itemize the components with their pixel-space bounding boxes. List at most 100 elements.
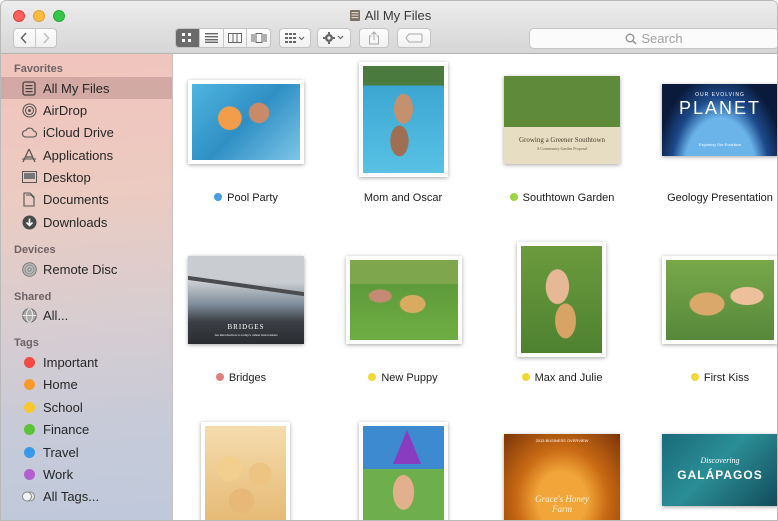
file-thumbnail-geology-presentation[interactable]: OUR EVOLVING PLANET Exploring Our Evolut… xyxy=(662,84,777,156)
document-cover: 2015 BUSINESS OVERVIEW Grace's Honey Far… xyxy=(504,434,620,520)
tag-color-dot xyxy=(214,193,223,201)
file-label[interactable]: New Puppy xyxy=(328,372,478,384)
back-button[interactable] xyxy=(14,29,35,47)
section-header-favorites: Favorites xyxy=(14,63,63,75)
tag-icon xyxy=(405,33,423,43)
sidebar-item-all-tags[interactable]: All Tags... xyxy=(1,485,172,507)
icon-view-icon xyxy=(182,33,192,42)
share-icon xyxy=(369,31,379,45)
tag-color-dot xyxy=(23,356,35,368)
share-button[interactable] xyxy=(359,28,389,48)
column-view-icon xyxy=(227,33,242,43)
arrange-button[interactable] xyxy=(279,28,311,48)
presentation-cover: OUR EVOLVING PLANET Exploring Our Evolut… xyxy=(662,84,777,156)
downloads-icon xyxy=(21,214,37,230)
file-label[interactable]: Mom and Oscar xyxy=(328,192,478,204)
cover-flow-button[interactable] xyxy=(246,29,270,47)
sidebar-item-applications[interactable]: Applications xyxy=(1,144,172,166)
section-header-tags: Tags xyxy=(14,337,39,349)
all-files-icon xyxy=(349,10,360,21)
file-label[interactable]: Geology Presentation xyxy=(645,192,777,204)
search-field[interactable]: Search xyxy=(529,28,777,49)
file-thumbnail-mom-and-oscar[interactable] xyxy=(359,62,448,177)
search-icon xyxy=(625,33,637,44)
file-thumbnail-southtown-garden[interactable]: Growing a Greener Southtown A Community … xyxy=(504,76,620,164)
file-thumbnail-bridges[interactable]: BRIDGES An introduction to today's oldes… xyxy=(188,256,304,344)
forward-button[interactable] xyxy=(34,29,57,47)
cloud-icon xyxy=(21,124,37,140)
view-mode-group xyxy=(175,28,271,48)
file-thumbnail-galapagos[interactable]: Discovering GALÁPAGOS xyxy=(662,434,777,506)
document-cover: BRIDGES An introduction to today's oldes… xyxy=(188,256,304,344)
section-header-shared: Shared xyxy=(14,291,52,303)
photo xyxy=(666,260,774,340)
tag-color-dot xyxy=(690,373,699,381)
sidebar-item-documents[interactable]: Documents xyxy=(1,188,172,210)
bridge-shape xyxy=(188,275,304,297)
sidebar-item-desktop[interactable]: Desktop xyxy=(1,166,172,188)
chevron-right-icon xyxy=(43,32,50,44)
sidebar-item-remote-disc[interactable]: Remote Disc xyxy=(1,258,172,280)
tag-color-dot xyxy=(23,468,35,480)
cover-flow-icon xyxy=(251,33,267,43)
file-thumbnail-pool-party[interactable] xyxy=(188,80,304,164)
disc-icon xyxy=(21,261,37,277)
back-forward-group xyxy=(13,28,57,48)
file-thumbnail-pastries[interactable] xyxy=(201,422,290,520)
tag-color-dot xyxy=(368,373,377,381)
all-tags-icon xyxy=(21,488,37,504)
icon-view-button[interactable] xyxy=(176,29,199,47)
list-view-button[interactable] xyxy=(198,29,223,47)
party-hat-shape xyxy=(393,430,421,464)
file-label[interactable]: Southtown Garden xyxy=(487,192,637,204)
sidebar-tag-home[interactable]: Home xyxy=(1,373,172,395)
sidebar-tag-travel[interactable]: Travel xyxy=(1,441,172,463)
file-thumbnail-first-kiss[interactable] xyxy=(662,256,777,344)
sidebar-item-icloud-drive[interactable]: iCloud Drive xyxy=(1,121,172,143)
sidebar-item-downloads[interactable]: Downloads xyxy=(1,211,172,233)
sidebar: Favorites All My Files AirDrop iCloud Dr… xyxy=(1,54,173,520)
photo xyxy=(363,426,444,520)
tag-color-dot xyxy=(215,373,224,381)
file-thumbnail-honey-farm[interactable]: 2015 BUSINESS OVERVIEW Grace's Honey Far… xyxy=(504,434,620,520)
tag-color-dot xyxy=(521,373,530,381)
documents-icon xyxy=(21,191,37,207)
sidebar-tag-school[interactable]: School xyxy=(1,396,172,418)
sidebar-tag-important[interactable]: Important xyxy=(1,351,172,373)
photo xyxy=(363,66,444,173)
sidebar-item-shared-all[interactable]: All... xyxy=(1,304,172,326)
presentation-cover: Discovering GALÁPAGOS xyxy=(662,434,777,506)
file-thumbnail-new-puppy[interactable] xyxy=(346,256,462,344)
section-header-devices: Devices xyxy=(14,244,56,256)
sidebar-tag-work[interactable]: Work xyxy=(1,463,172,485)
action-button[interactable] xyxy=(317,28,351,48)
tag-color-dot xyxy=(23,423,35,435)
gear-icon xyxy=(323,32,344,44)
chevron-left-icon xyxy=(20,32,27,44)
file-label[interactable]: First Kiss xyxy=(645,372,777,384)
airdrop-icon xyxy=(21,102,37,118)
file-thumbnail-party-hat[interactable] xyxy=(359,422,448,520)
applications-icon xyxy=(21,147,37,163)
tag-color-dot xyxy=(23,401,35,413)
sidebar-item-airdrop[interactable]: AirDrop xyxy=(1,99,172,121)
sidebar-item-all-my-files[interactable]: All My Files xyxy=(1,77,172,99)
column-view-button[interactable] xyxy=(222,29,247,47)
toolbar: All My Files Search xyxy=(1,1,777,54)
photo xyxy=(205,426,286,520)
file-thumbnail-max-and-julie[interactable] xyxy=(517,242,606,357)
photo xyxy=(521,246,602,353)
search-placeholder: Search xyxy=(641,31,683,46)
list-view-icon xyxy=(204,33,218,43)
tag-button[interactable] xyxy=(397,28,431,48)
finder-window: All My Files Search Favorites All My Fil… xyxy=(0,0,778,521)
sidebar-tag-finance[interactable]: Finance xyxy=(1,418,172,440)
desktop-icon xyxy=(21,169,37,185)
file-label[interactable]: Max and Julie xyxy=(487,372,637,384)
window-title: All My Files xyxy=(1,8,777,23)
file-label[interactable]: Bridges xyxy=(174,372,316,384)
document-cover: Growing a Greener Southtown A Community … xyxy=(504,76,620,164)
file-label[interactable]: Pool Party xyxy=(174,192,321,204)
photo xyxy=(350,260,458,340)
file-grid: Pool Party Mom and Oscar Growing a Green… xyxy=(174,54,777,520)
